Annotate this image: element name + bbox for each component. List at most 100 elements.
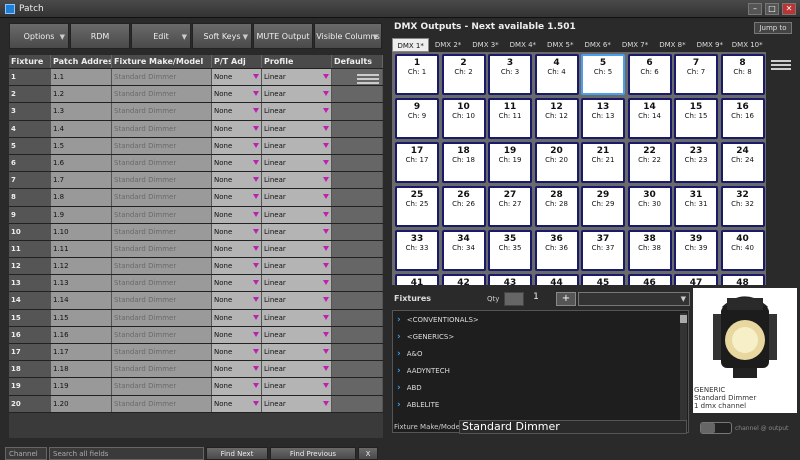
cell-fixture[interactable]: 13 [9,275,51,292]
cell-fixture-model[interactable]: Standard Dimmer [112,103,212,120]
cell-defaults[interactable] [332,223,383,240]
table-row[interactable]: 17 1.17 Standard Dimmer None Linear [9,344,383,362]
cell-pt-adj[interactable]: None [212,103,262,120]
dropdown-arrow-icon[interactable] [323,280,329,286]
cell-fixture[interactable]: 20 [9,395,51,412]
tab-dmx-5[interactable]: DMX 5* [542,38,579,52]
cell-pt-adj[interactable]: None [212,154,262,172]
table-row[interactable]: 12 1.12 Standard Dimmer None Linear [9,258,383,276]
dropdown-arrow-icon[interactable] [253,108,259,114]
scrollbar[interactable] [680,313,687,431]
dropdown-arrow-icon[interactable] [253,211,259,217]
tab-dmx-10[interactable]: DMX 10* [729,38,766,52]
dmx-channel-cell[interactable]: 16 Ch: 16 [720,98,765,139]
dmx-channel-cell[interactable]: 41 [395,274,439,285]
header-pt-adj[interactable]: P/T Adj [212,55,262,68]
table-row[interactable]: 15 1.15 Standard Dimmer None Linear [9,309,383,327]
cell-profile[interactable]: Linear [262,137,332,154]
dropdown-arrow-icon[interactable] [253,314,259,320]
search-input[interactable]: Search all fields [49,446,204,460]
cell-fixture[interactable]: 6 [9,154,51,172]
cell-defaults[interactable] [332,292,383,309]
dmx-channel-cell[interactable]: 26 Ch: 26 [441,186,486,227]
table-row[interactable]: 14 1.14 Standard Dimmer None Linear [9,292,383,310]
chevron-right-icon[interactable]: › [397,383,401,393]
dmx-channel-cell[interactable]: 45 [581,274,625,285]
cell-pt-adj[interactable]: None [212,309,262,326]
table-row[interactable]: 7 1.7 Standard Dimmer None Linear [9,172,383,190]
cell-fixture-model[interactable]: Standard Dimmer [112,69,212,86]
cell-defaults[interactable] [332,378,383,395]
cell-patch-address[interactable]: 1.20 [51,395,112,412]
tab-dmx-9[interactable]: DMX 9* [691,38,728,52]
cell-fixture-model[interactable]: Standard Dimmer [112,361,212,378]
header-profile[interactable]: Profile [262,55,332,68]
dropdown-arrow-icon[interactable] [323,108,329,114]
fixture-make-model-field[interactable]: Standard Dimmer [459,420,687,434]
cell-patch-address[interactable]: 1.1 [51,69,112,86]
cell-profile[interactable]: Linear [262,240,332,258]
cell-patch-address[interactable]: 1.4 [51,120,112,137]
dmx-channel-cell[interactable]: 27 Ch: 27 [488,186,532,227]
dmx-channel-cell[interactable]: 9 Ch: 9 [395,98,439,139]
cell-fixture-model[interactable]: Standard Dimmer [112,395,212,412]
menu-icon[interactable] [357,72,379,86]
chevron-right-icon[interactable]: › [397,349,401,359]
cell-defaults[interactable] [332,309,383,326]
cell-profile[interactable]: Linear [262,378,332,395]
table-row[interactable]: 5 1.5 Standard Dimmer None Linear [9,137,383,155]
cell-patch-address[interactable]: 1.6 [51,154,112,172]
table-row[interactable]: 3 1.3 Standard Dimmer None Linear [9,103,383,121]
dmx-channel-cell[interactable]: 35 Ch: 35 [488,230,532,271]
edit-button[interactable]: Edit ▼ [131,23,191,49]
cell-patch-address[interactable]: 1.10 [51,223,112,240]
cell-fixture[interactable]: 14 [9,292,51,309]
cell-profile[interactable]: Linear [262,223,332,240]
cell-pt-adj[interactable]: None [212,258,262,275]
dropdown-arrow-icon[interactable] [323,314,329,320]
dropdown-arrow-icon[interactable] [323,383,329,389]
table-row[interactable]: 9 1.9 Standard Dimmer None Linear [9,206,383,224]
minimize-button[interactable]: – [748,3,762,15]
cell-defaults[interactable] [332,172,383,189]
dropdown-arrow-icon[interactable] [253,263,259,269]
table-row[interactable]: 18 1.18 Standard Dimmer None Linear [9,361,383,379]
cell-fixture-model[interactable]: Standard Dimmer [112,258,212,275]
tab-dmx-8[interactable]: DMX 8* [654,38,691,52]
chevron-right-icon[interactable]: › [397,400,401,410]
cell-pt-adj[interactable]: None [212,189,262,206]
cell-profile[interactable]: Linear [262,326,332,343]
cell-fixture-model[interactable]: Standard Dimmer [112,309,212,326]
cell-patch-address[interactable]: 1.2 [51,86,112,103]
dmx-channel-cell[interactable]: 48 [720,274,765,285]
cell-profile[interactable]: Linear [262,172,332,189]
dmx-channel-cell[interactable]: 4 Ch: 4 [534,54,579,95]
dropdown-arrow-icon[interactable] [323,142,329,148]
cell-fixture[interactable]: 19 [9,378,51,395]
cell-pt-adj[interactable]: None [212,275,262,292]
cell-pt-adj[interactable]: None [212,344,262,361]
dmx-channel-cell[interactable]: 22 Ch: 22 [627,142,672,183]
cell-defaults[interactable] [332,103,383,120]
dmx-channel-cell[interactable]: 42 [441,274,486,285]
dmx-channel-cell[interactable]: 17 Ch: 17 [395,142,439,183]
dropdown-arrow-icon[interactable] [253,349,259,354]
cell-fixture[interactable]: 8 [9,189,51,206]
dropdown-arrow-icon[interactable] [323,125,329,131]
chevron-right-icon[interactable]: › [397,366,401,376]
cell-pt-adj[interactable]: None [212,361,262,378]
dropdown-arrow-icon[interactable] [323,91,329,97]
cell-fixture-model[interactable]: Standard Dimmer [112,154,212,172]
fixture-list-item[interactable]: › <GENERICS> [393,328,688,345]
cell-patch-address[interactable]: 1.13 [51,275,112,292]
dmx-channel-cell[interactable]: 10 Ch: 10 [441,98,486,139]
fixture-list-item[interactable]: › <CONVENTIONALS> [393,311,688,328]
cell-fixture[interactable]: 9 [9,206,51,223]
cell-fixture-model[interactable]: Standard Dimmer [112,189,212,206]
dmx-channel-cell[interactable]: 11 Ch: 11 [488,98,532,139]
dropdown-arrow-icon[interactable] [253,91,259,97]
dropdown-arrow-icon[interactable] [253,366,259,372]
cell-fixture-model[interactable]: Standard Dimmer [112,223,212,240]
dropdown-arrow-icon[interactable] [323,228,329,234]
dmx-channel-cell[interactable]: 7 Ch: 7 [674,54,718,95]
